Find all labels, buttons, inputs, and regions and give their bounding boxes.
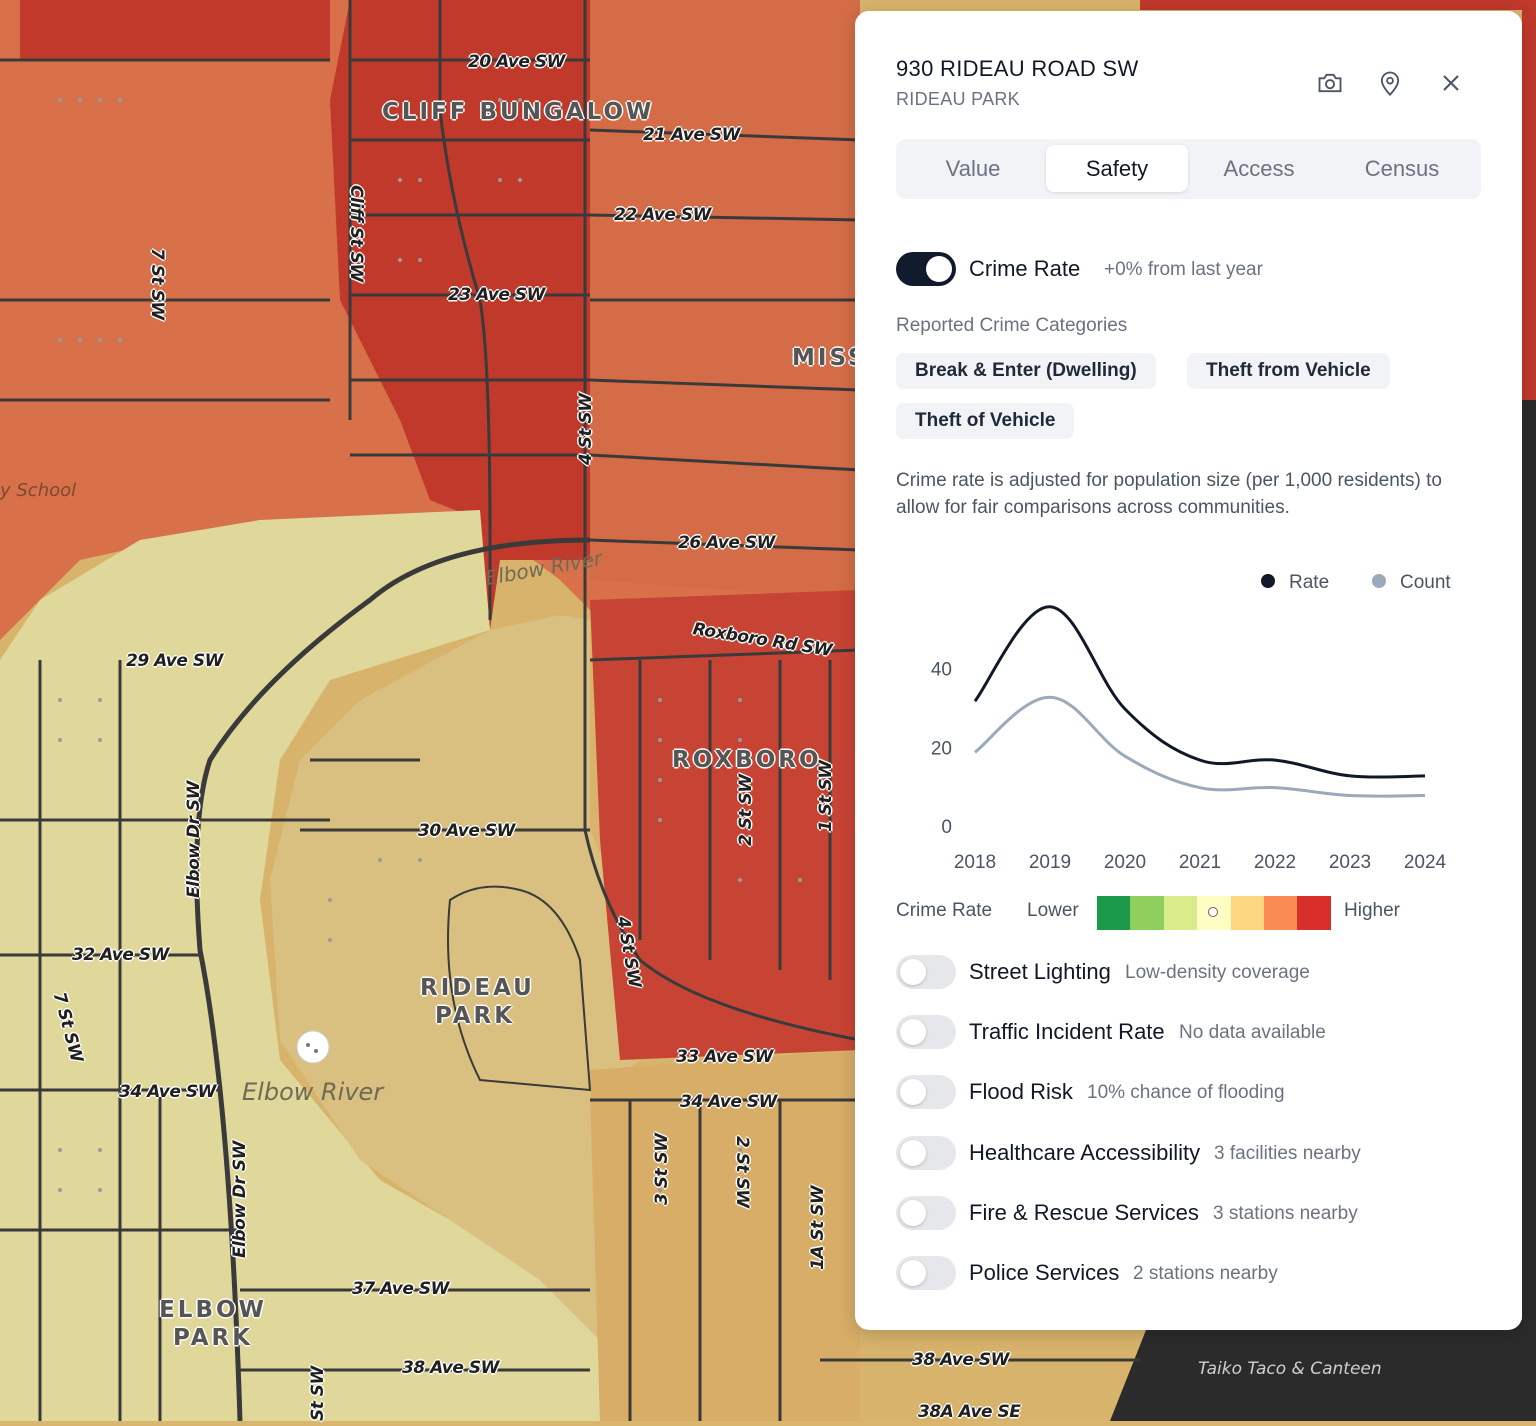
tab-value[interactable]: Value <box>902 145 1044 192</box>
crime-categories-heading: Reported Crime Categories <box>896 315 1128 336</box>
tab-access[interactable]: Access <box>1188 145 1330 192</box>
crime-category-chip: Break & Enter (Dwelling) <box>896 353 1156 389</box>
street-label: Elbow Dr SW <box>184 781 204 898</box>
street-label: 34 Ave SW <box>119 1082 216 1102</box>
neighbourhood-label: CLIFF BUNGALOW <box>382 99 655 125</box>
crime-rate-description: Crime rate is adjusted for population si… <box>896 470 1442 518</box>
layer-note: 10% chance of flooding <box>1087 1082 1285 1103</box>
layer-toggle[interactable] <box>896 1256 956 1290</box>
layer-label: Traffic Incident Rate <box>969 1019 1165 1044</box>
poi-label: Taiko Taco & Canteen <box>1198 1359 1382 1379</box>
layer-toggle[interactable] <box>896 1136 956 1170</box>
crime-rate-toggle[interactable] <box>896 252 956 286</box>
poi-label: y School <box>0 480 77 501</box>
street-label: 38A Ave SE <box>918 1402 1021 1422</box>
tab-safety[interactable]: Safety <box>1046 145 1188 192</box>
layer-toggle[interactable] <box>896 1015 956 1049</box>
street-label: 33 Ave SW <box>676 1047 773 1067</box>
scale-swatch <box>1197 896 1231 930</box>
scale-swatch <box>1130 896 1164 930</box>
street-label: 32 Ave SW <box>72 945 169 965</box>
layer-toggle[interactable] <box>896 1075 956 1109</box>
layer-label: Police Services <box>969 1260 1120 1285</box>
scale-lower-label: Lower <box>1027 900 1079 921</box>
street-label: 26 Ave SW <box>678 533 775 553</box>
street-label: 38 Ave SW <box>912 1350 1009 1370</box>
layer-note: 2 stations nearby <box>1133 1263 1278 1284</box>
street-label: St SW <box>308 1366 328 1421</box>
legend-marker <box>1372 574 1386 588</box>
street-label: 3 St SW <box>652 1133 672 1205</box>
legend-label: Rate <box>1289 572 1329 593</box>
crime-category-chip: Theft from Vehicle <box>1187 353 1390 389</box>
layer-toggle[interactable] <box>896 955 956 989</box>
street-label: 38 Ave SW <box>402 1358 499 1378</box>
layer-label: Fire & Rescue Services <box>969 1200 1199 1225</box>
legend-marker <box>1261 574 1275 588</box>
scale-swatch <box>1264 896 1298 930</box>
scale-swatch <box>1230 896 1264 930</box>
crime-rate-change: +0% from last year <box>1104 259 1263 280</box>
tab-bar: Value Safety Access Census <box>896 139 1481 199</box>
scale-swatch <box>1297 896 1331 930</box>
community-subtitle: RIDEAU PARK <box>896 89 1020 109</box>
tab-census[interactable]: Census <box>1331 145 1473 192</box>
street-label: Elbow Dr SW <box>230 1141 250 1258</box>
street-label: 4 St SW <box>576 393 596 465</box>
street-label: 21 Ave SW <box>643 125 740 145</box>
scale-swatch <box>1163 896 1198 930</box>
street-label: 37 Ave SW <box>352 1279 449 1299</box>
close-icon[interactable] <box>1437 69 1465 97</box>
street-label: 30 Ave SW <box>418 821 515 841</box>
x-tick-label: 2021 <box>1179 852 1221 873</box>
layer-label: Flood Risk <box>969 1079 1073 1104</box>
map-pin-icon[interactable] <box>1376 69 1404 97</box>
layer-note: No data available <box>1179 1022 1326 1043</box>
street-label: Cliff St SW <box>346 185 366 282</box>
street-label: 20 Ave SW <box>468 52 565 72</box>
crime-category-chip: Theft of Vehicle <box>896 403 1075 439</box>
street-label: 2 St SW <box>736 774 756 846</box>
x-tick-label: 2023 <box>1329 852 1371 873</box>
y-tick-label: 40 <box>931 660 952 681</box>
neighbourhood-label: RIDEAU PARK <box>420 975 535 1029</box>
y-tick-label: 0 <box>941 817 952 838</box>
neighbourhood-label: ELBOW PARK <box>159 1297 267 1351</box>
x-tick-label: 2020 <box>1104 852 1146 873</box>
series-line-count <box>974 695 1426 798</box>
current-rate-marker <box>1208 907 1219 917</box>
street-label: 22 Ave SW <box>614 205 711 225</box>
crime-rate-label: Crime Rate <box>969 256 1081 281</box>
neighbourhood-label: ROXBORO <box>672 747 822 773</box>
y-tick-label: 20 <box>931 738 952 759</box>
x-tick-label: 2022 <box>1254 852 1296 873</box>
crime-rate-scale: Crime Rate Lower Higher <box>896 896 1496 930</box>
scale-higher-label: Higher <box>1344 900 1400 921</box>
x-tick-label: 2018 <box>954 852 996 873</box>
crime-trend-chart: Rate Count 0 20 40 2018 2019 2020 2021 2022 2023… <box>931 572 1452 873</box>
river-label: Elbow River <box>242 1078 384 1106</box>
location-marker[interactable] <box>296 1030 330 1064</box>
layer-toggle[interactable] <box>896 1196 956 1230</box>
scale-swatch <box>1097 896 1131 930</box>
street-label: 23 Ave SW <box>448 285 545 305</box>
info-panel: 930 RIDEAU ROAD SW RIDEAU PARK Value Saf… <box>855 11 1522 1330</box>
layer-note: Low-density coverage <box>1125 962 1310 983</box>
x-tick-label: 2019 <box>1029 852 1071 873</box>
street-label: 29 Ave SW <box>126 651 223 671</box>
layer-note: 3 facilities nearby <box>1214 1143 1361 1164</box>
street-label: 34 Ave SW <box>680 1092 777 1112</box>
legend-label: Count <box>1400 572 1451 593</box>
street-label: 1A St SW <box>808 1185 828 1270</box>
x-tick-label: 2024 <box>1404 852 1447 873</box>
layer-label: Street Lighting <box>969 959 1111 984</box>
series-line-rate <box>973 605 1426 779</box>
scale-label: Crime Rate <box>896 900 993 921</box>
address-title: 930 RIDEAU ROAD SW <box>896 56 1139 81</box>
street-label: 2 St SW <box>732 1136 752 1208</box>
street-label: 7 St SW <box>147 248 167 320</box>
camera-icon[interactable] <box>1316 69 1344 97</box>
layer-label: Healthcare Accessibility <box>969 1140 1201 1165</box>
layer-note: 3 stations nearby <box>1213 1203 1358 1224</box>
